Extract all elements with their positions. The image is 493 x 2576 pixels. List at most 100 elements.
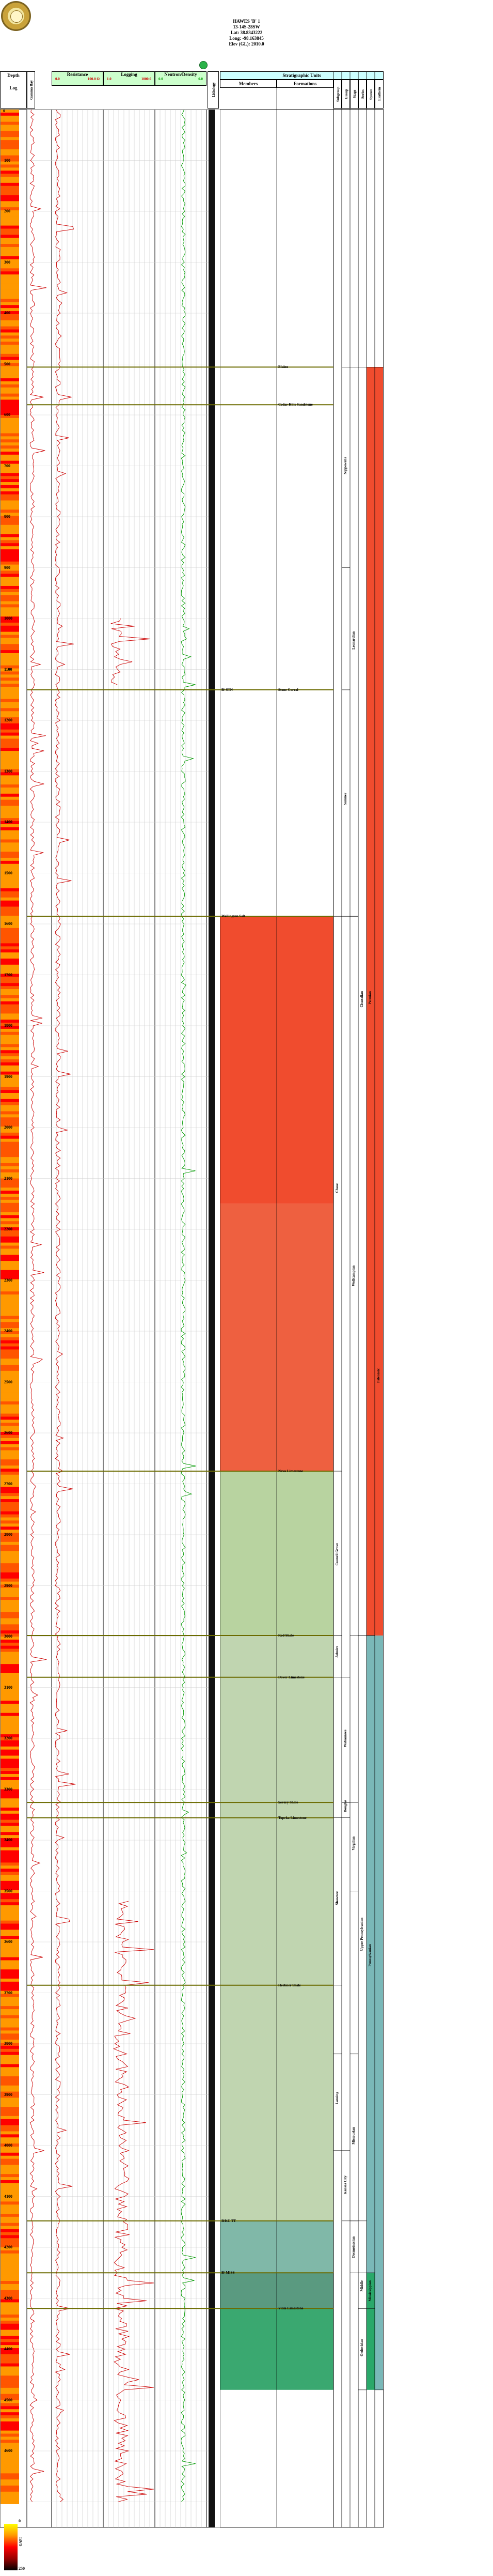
gamma-ray-fill: [1, 179, 19, 183]
gamma-ray-fill: [1, 1645, 19, 1649]
gamma-ray-fill: [1, 375, 19, 379]
gamma-ray-fill: [1, 2235, 19, 2239]
gamma-ray-fill: [1, 1236, 19, 1240]
gamma-ray-fill: [1, 241, 19, 244]
gamma-ray-fill: [1, 1911, 19, 1915]
gamma-ray-fill: [1, 2333, 19, 2336]
gamma-ray-fill: [1, 2061, 19, 2064]
gamma-ray-fill: [1, 1832, 19, 1835]
gamma-ray-fill: [1, 2488, 19, 2492]
gamma-ray-fill: [1, 2308, 19, 2312]
gamma-ray-fill: [1, 735, 19, 739]
gamma-ray-fill: [1, 845, 19, 849]
member-label: B/ MISS: [221, 2271, 235, 2275]
gr-scale-max: 250: [19, 2566, 25, 2571]
gamma-ray-fill: [1, 574, 19, 577]
depth-tick-label: 1800: [4, 1023, 12, 1028]
gamma-ray-fill: [1, 2137, 19, 2141]
gamma-ray-fill: [1, 1807, 19, 1811]
gamma-ray-fill: [1, 2363, 19, 2367]
gamma-ray-fill: [1, 2085, 19, 2089]
gamma-ray-fill: [1, 855, 19, 858]
gamma-ray-fill: [1, 2305, 19, 2309]
gamma-ray-fill: [1, 2387, 19, 2392]
gamma-ray-fill: [1, 2458, 19, 2462]
gamma-ray-fill: [1, 2070, 19, 2074]
gamma-ray-fill: [1, 2494, 19, 2498]
gamma-ray-fill: [1, 1609, 19, 1613]
gamma-ray-fill: [1, 302, 19, 305]
gamma-ray-fill: [1, 570, 19, 574]
gamma-ray-fill: [1, 2256, 19, 2260]
depth-tick-label: 3800: [4, 2041, 12, 2046]
depth-tick-label: 1400: [4, 820, 12, 824]
gamma-ray-fill: [1, 1392, 19, 1396]
depth-tick-label: 600: [4, 412, 10, 417]
gamma-ray-fill: [1, 2379, 19, 2382]
gamma-ray-fill: [1, 1145, 19, 1148]
gamma-ray-fill: [1, 2384, 19, 2388]
gamma-ray-fill: [1, 1084, 19, 1087]
gamma-ray-fill: [1, 1948, 19, 1952]
gamma-ray-fill: [1, 1273, 19, 1277]
strat-stage-label: Desmoinesian: [352, 2236, 356, 2258]
gamma-ray-fill: [1, 164, 19, 168]
gamma-ray-fill: [1, 347, 19, 351]
gamma-ray-fill: [1, 1743, 19, 1747]
gamma-ray-fill: [1, 913, 19, 916]
gamma-ray-fill: [1, 1340, 19, 1344]
depth-tick-label: 2500: [4, 1379, 12, 1384]
gamma-ray-fill: [1, 2320, 19, 2324]
gamma-ray-fill: [1, 742, 19, 745]
gamma-ray-fill: [1, 2088, 19, 2092]
gamma-ray-fill: [1, 1090, 19, 1093]
gamma-ray-fill: [1, 238, 19, 241]
gamma-ray-fill: [1, 1370, 19, 1375]
gamma-ray-fill: [1, 2165, 19, 2168]
gamma-ray-fill: [1, 338, 19, 342]
gamma-ray-fill: [1, 659, 19, 663]
gamma-ray-fill: [1, 2443, 19, 2446]
gamma-ray-fill: [1, 2269, 19, 2272]
system-band: [375, 367, 383, 1636]
gamma-ray-fill: [1, 2436, 19, 2440]
formation-label: Cedar Hills Sandstone: [278, 403, 313, 407]
gamma-ray-fill: [1, 1120, 19, 1124]
gamma-ray-fill: [1, 1548, 19, 1552]
gamma-ray-fill: [1, 2180, 19, 2184]
gamma-ray-fill: [1, 732, 19, 736]
gamma-ray-fill: [1, 2155, 19, 2159]
gamma-ray-fill: [1, 121, 19, 126]
gamma-ray-fill: [1, 852, 19, 855]
gamma-ray-fill: [1, 1920, 19, 1924]
gamma-ray-fill: [1, 1352, 19, 1356]
gamma-ray-fill: [1, 1648, 19, 1653]
gamma-ray-fill: [1, 2152, 19, 2156]
member-label: B/ STN: [221, 687, 233, 692]
gamma-ray-fill: [1, 705, 19, 708]
gamma-ray-fill: [1, 372, 19, 376]
gamma-ray-fill: [1, 1462, 19, 1466]
gamma-ray-fill: [1, 1309, 19, 1314]
gamma-ray-fill: [1, 857, 19, 861]
gamma-ray-fill: [1, 143, 19, 147]
lithology-column: [209, 110, 215, 2527]
strat-group-label: Nippewalla: [343, 457, 347, 475]
gamma-ray-fill: [1, 592, 19, 596]
gamma-ray-fill: [1, 2058, 19, 2061]
gamma-ray-fill: [1, 2110, 19, 2114]
gamma-ray-fill: [1, 186, 19, 190]
gamma-ray-fill: [1, 2278, 19, 2281]
gamma-ray-fill: [1, 1926, 19, 1930]
gamma-ray-fill: [1, 1884, 19, 1888]
strat-system-label: Mississippian: [368, 2280, 372, 2302]
gamma-ray-fill: [1, 1957, 19, 1961]
depth-tick-label: 3400: [4, 1838, 12, 1842]
gamma-ray-fill: [1, 1997, 19, 2000]
gamma-ray-fill: [1, 454, 19, 458]
gamma-ray-fill: [1, 964, 19, 968]
gamma-ray-fill: [1, 1972, 19, 1976]
gamma-ray-fill: [1, 1105, 19, 1109]
gamma-ray-fill: [1, 1664, 19, 1668]
gamma-ray-fill: [1, 2455, 19, 2459]
